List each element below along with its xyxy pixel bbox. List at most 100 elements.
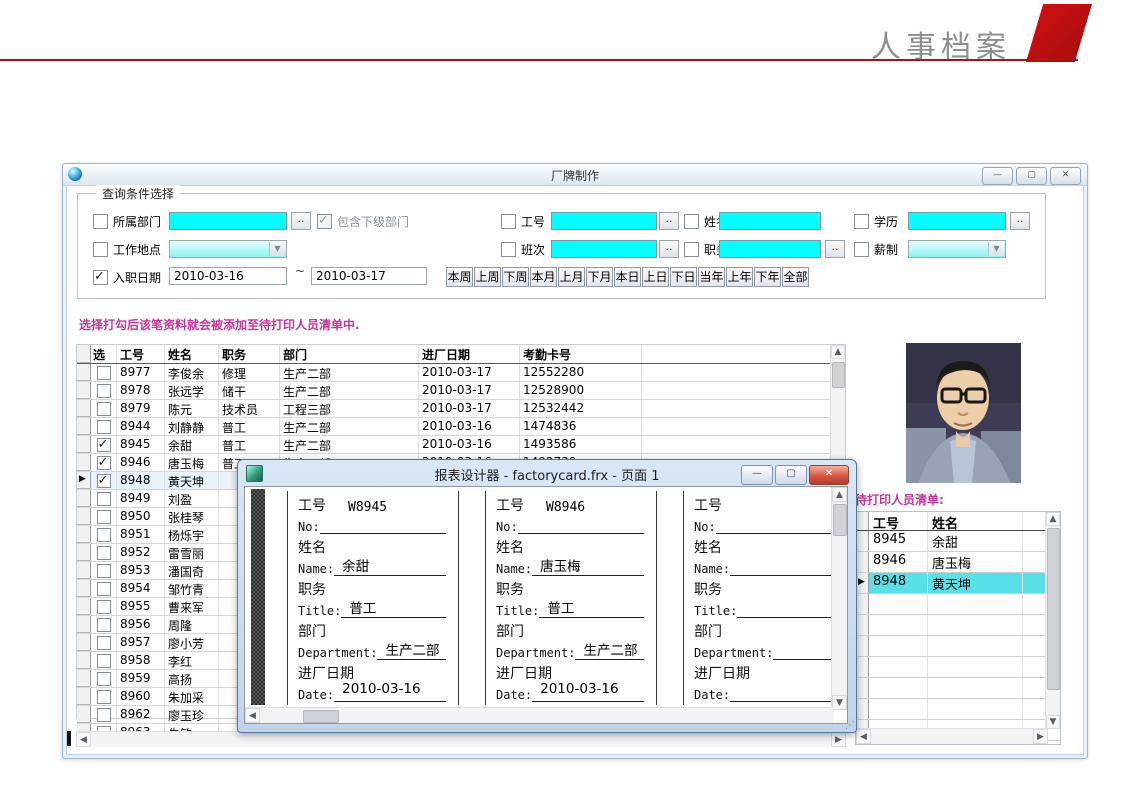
maximize-button[interactable]: ▢ [1016, 167, 1047, 185]
row-checkbox[interactable] [97, 420, 111, 434]
row-checkbox[interactable] [97, 564, 111, 578]
row-select-cell[interactable] [91, 616, 117, 633]
date-preset-button[interactable]: 下年 [754, 267, 781, 287]
date-preset-button[interactable]: 本日 [614, 267, 641, 287]
table-row[interactable]: 8977李俊余修理生产二部2010-03-1712552280 [77, 364, 845, 382]
print-list-vscrollbar[interactable]: ▲ ▼ [1045, 512, 1060, 729]
row-gutter[interactable] [856, 552, 869, 572]
row-checkbox[interactable] [97, 474, 111, 488]
hscroll-thumb[interactable] [303, 710, 339, 723]
row-checkbox[interactable] [97, 384, 111, 398]
row-gutter[interactable] [77, 562, 91, 579]
row-gutter[interactable] [77, 670, 91, 687]
print-list-row[interactable] [856, 699, 1060, 720]
date-preset-button[interactable]: 下周 [502, 267, 529, 287]
emp-id-input[interactable] [551, 212, 657, 230]
row-select-cell[interactable] [91, 526, 117, 543]
row-gutter[interactable] [856, 615, 869, 635]
row-select-cell[interactable] [91, 652, 117, 669]
row-select-cell[interactable] [91, 472, 117, 489]
row-checkbox[interactable] [97, 456, 111, 470]
row-checkbox[interactable] [97, 636, 111, 650]
row-checkbox[interactable] [97, 402, 111, 416]
hire-date-from-input[interactable] [169, 267, 287, 285]
include-sub-dept-checkbox[interactable] [317, 214, 332, 229]
row-select-cell[interactable] [91, 598, 117, 615]
row-checkbox[interactable] [97, 672, 111, 686]
scroll-right-icon[interactable]: ▶ [831, 732, 846, 747]
col-emp-id[interactable]: 工号 [117, 345, 165, 363]
scroll-up-icon[interactable]: ▲ [1046, 512, 1060, 526]
row-select-cell[interactable] [91, 364, 117, 381]
close-button[interactable]: ✕ [1050, 167, 1081, 185]
row-checkbox[interactable] [97, 582, 111, 596]
row-select-cell[interactable] [91, 562, 117, 579]
row-select-cell[interactable] [91, 688, 117, 705]
print-list-row[interactable]: 8945余甜 [856, 531, 1060, 552]
row-gutter[interactable] [77, 598, 91, 615]
row-checkbox[interactable] [97, 546, 111, 560]
row-checkbox[interactable] [97, 654, 111, 668]
row-checkbox[interactable] [97, 690, 111, 704]
row-checkbox[interactable] [97, 600, 111, 614]
row-checkbox[interactable] [97, 708, 111, 722]
row-checkbox[interactable] [97, 510, 111, 524]
row-gutter[interactable] [77, 490, 91, 507]
date-preset-button[interactable]: 本周 [446, 267, 473, 287]
row-select-cell[interactable] [91, 544, 117, 561]
col-hire-date[interactable]: 进厂日期 [419, 345, 520, 363]
row-select-cell[interactable] [91, 508, 117, 525]
shift-checkbox[interactable] [501, 242, 516, 257]
salary-combobox[interactable]: ▼ [908, 240, 1006, 258]
print-list-row[interactable] [856, 615, 1060, 636]
print-list-row[interactable] [856, 678, 1060, 699]
scroll-right-icon[interactable]: ▶ [1033, 729, 1048, 744]
col-dept[interactable]: 部门 [280, 345, 419, 363]
name-checkbox[interactable] [684, 214, 699, 229]
row-select-cell[interactable] [91, 436, 117, 453]
row-select-cell[interactable] [91, 634, 117, 651]
education-input[interactable] [908, 212, 1006, 230]
row-checkbox[interactable] [97, 618, 111, 632]
print-list-row[interactable] [856, 636, 1060, 657]
scroll-down-icon[interactable]: ▼ [1046, 715, 1060, 729]
row-gutter[interactable] [77, 616, 91, 633]
table-row[interactable]: 8978张远学储干生产二部2010-03-1712528900 [77, 382, 845, 400]
print-col-name[interactable]: 姓名 [928, 512, 1023, 530]
vscroll-thumb[interactable] [1047, 528, 1060, 690]
row-select-cell[interactable] [91, 490, 117, 507]
row-gutter[interactable] [77, 508, 91, 525]
row-select-cell[interactable] [91, 454, 117, 471]
row-select-cell[interactable] [91, 670, 117, 687]
education-checkbox[interactable] [854, 214, 869, 229]
row-gutter[interactable] [856, 699, 869, 719]
dept-input[interactable] [169, 212, 287, 230]
col-select[interactable]: 选 [91, 345, 117, 363]
scroll-left-icon[interactable]: ◀ [76, 732, 91, 747]
row-checkbox[interactable] [97, 528, 111, 542]
position-checkbox[interactable] [684, 242, 699, 257]
row-gutter[interactable] [856, 531, 869, 551]
row-gutter[interactable] [77, 382, 91, 399]
print-list-row[interactable] [856, 657, 1060, 678]
window-titlebar[interactable]: 厂牌制作 — ▢ ✕ [63, 164, 1087, 186]
row-checkbox[interactable] [97, 492, 111, 506]
vscroll-thumb[interactable] [833, 504, 847, 536]
print-list-hscrollbar[interactable]: ◀ ▶ [856, 728, 1048, 744]
hire-date-to-input[interactable] [311, 267, 427, 285]
popup-vscrollbar[interactable]: ▲ ▼ [831, 487, 847, 710]
row-gutter[interactable] [77, 634, 91, 651]
row-gutter[interactable] [77, 688, 91, 705]
date-preset-button[interactable]: 上月 [558, 267, 585, 287]
row-gutter[interactable] [856, 594, 869, 614]
vscroll-thumb[interactable] [832, 362, 845, 388]
popup-close-button[interactable]: ✕ [809, 465, 849, 485]
row-gutter[interactable] [77, 418, 91, 435]
resize-grip[interactable]: ⋰ [845, 720, 855, 731]
print-list-row[interactable]: ▶8948黄天坤 [856, 573, 1060, 594]
date-preset-button[interactable]: 上周 [474, 267, 501, 287]
row-gutter[interactable] [77, 400, 91, 417]
row-select-cell[interactable] [91, 580, 117, 597]
row-select-cell[interactable] [91, 382, 117, 399]
emp-id-checkbox[interactable] [501, 214, 516, 229]
